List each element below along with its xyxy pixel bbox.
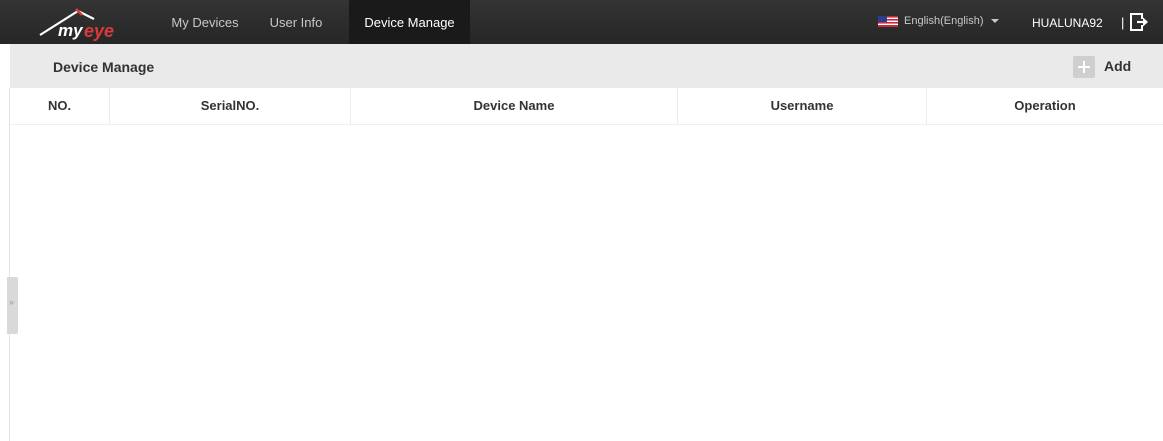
- separator: |: [1121, 15, 1125, 30]
- content-left-border: [9, 88, 10, 441]
- nav-my-devices[interactable]: My Devices: [163, 0, 247, 44]
- column-header-serial: SerialNO.: [110, 88, 351, 124]
- plus-icon: [1073, 56, 1095, 78]
- column-header-device-name: Device Name: [351, 88, 678, 124]
- chevron-down-icon: [991, 19, 999, 23]
- nav-device-manage[interactable]: Device Manage: [349, 0, 470, 44]
- svg-text:my: my: [58, 21, 84, 40]
- add-button-label: Add: [1104, 58, 1132, 74]
- myeye-logo[interactable]: my eye: [38, 5, 130, 41]
- page-header: Device Manage Add: [10, 44, 1163, 88]
- column-header-operation: Operation: [1014, 98, 1076, 113]
- top-navigation-bar: my eye My Devices User Info Device Manag…: [0, 0, 1163, 44]
- column-header-no: NO.: [10, 88, 110, 124]
- logout-icon[interactable]: [1130, 13, 1150, 31]
- nav-user-info[interactable]: User Info: [254, 0, 338, 44]
- language-selector[interactable]: English(English): [870, 10, 1010, 32]
- column-header-username: Username: [678, 88, 927, 124]
- device-table-header: NO. SerialNO. Device Name Username Opera…: [10, 88, 1163, 125]
- double-chevron-right-icon: »: [9, 297, 15, 307]
- page-title: Device Manage: [53, 59, 155, 75]
- sidebar-expand-handle[interactable]: »: [7, 277, 18, 334]
- svg-text:eye: eye: [84, 21, 114, 41]
- language-label: English(English): [904, 15, 984, 27]
- username-label[interactable]: HUALUNA92: [1032, 0, 1103, 44]
- us-flag-icon: [878, 16, 898, 27]
